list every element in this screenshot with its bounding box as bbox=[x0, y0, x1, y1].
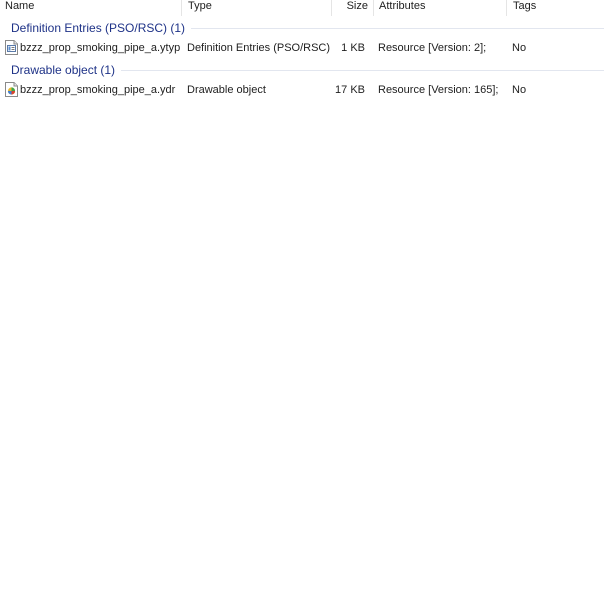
file-type: Drawable object bbox=[187, 84, 266, 96]
ydr-file-icon bbox=[5, 82, 18, 97]
group-header-definition-entries[interactable]: Definition Entries (PSO/RSC) (1) bbox=[0, 20, 604, 36]
group-divider-line bbox=[180, 28, 604, 29]
file-size: 17 KB bbox=[335, 84, 365, 96]
group-divider-line bbox=[117, 70, 604, 71]
list-item[interactable]: bzzz_prop_smoking_pipe_a.ydr Drawable ob… bbox=[0, 81, 604, 99]
column-header-name[interactable]: Name bbox=[1, 0, 181, 14]
file-name: bzzz_prop_smoking_pipe_a.ytyp bbox=[20, 42, 180, 54]
file-list-view: Name Type Size Attributes Tags Definitio… bbox=[0, 0, 604, 603]
column-divider[interactable] bbox=[373, 0, 374, 16]
column-header-tags[interactable]: Tags bbox=[509, 0, 604, 14]
ytyp-file-icon bbox=[5, 40, 18, 55]
group-title: Drawable object (1) bbox=[11, 62, 122, 78]
column-header-attributes[interactable]: Attributes bbox=[375, 0, 505, 14]
column-header-size[interactable]: Size bbox=[332, 0, 372, 14]
column-header-bar: Name Type Size Attributes Tags bbox=[0, 0, 604, 16]
column-divider[interactable] bbox=[506, 0, 507, 16]
list-item[interactable]: bzzz_prop_smoking_pipe_a.ytyp Definition… bbox=[0, 39, 604, 57]
file-tags: No bbox=[512, 84, 527, 96]
group-title: Definition Entries (PSO/RSC) (1) bbox=[11, 20, 192, 36]
file-attributes: Resource [Version: 2]; bbox=[378, 42, 487, 54]
file-tags: No bbox=[512, 42, 527, 54]
file-size: 1 KB bbox=[341, 42, 365, 54]
file-type: Definition Entries (PSO/RSC) bbox=[187, 42, 330, 54]
file-name: bzzz_prop_smoking_pipe_a.ydr bbox=[20, 84, 176, 96]
column-header-type[interactable]: Type bbox=[184, 0, 331, 14]
file-attributes: Resource [Version: 165]; bbox=[378, 84, 499, 96]
group-header-drawable-object[interactable]: Drawable object (1) bbox=[0, 62, 604, 78]
column-divider[interactable] bbox=[181, 0, 182, 16]
